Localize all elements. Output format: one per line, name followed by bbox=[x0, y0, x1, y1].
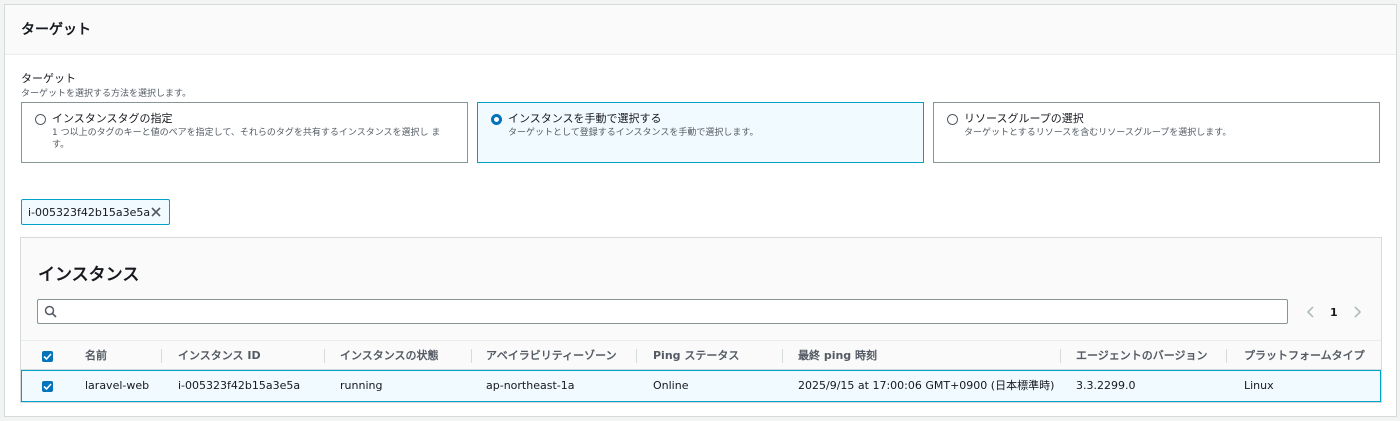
target-field-description: ターゲットを選択する方法を選択します。 bbox=[21, 89, 192, 99]
search-icon bbox=[44, 305, 57, 318]
radio-resource-group[interactable] bbox=[947, 114, 958, 125]
panel-header: ターゲット bbox=[5, 5, 1396, 55]
option-description: ターゲットとして登録するインスタンスを手動で選択します。 bbox=[508, 128, 759, 138]
instances-title: インスタンス bbox=[38, 265, 140, 285]
radio-instance-tags[interactable] bbox=[35, 114, 46, 125]
option-resource-group[interactable]: リソースグループの選択 ターゲットとするリソースを含むリソースグループを選択しま… bbox=[933, 102, 1380, 163]
option-description: 1 つ以上のタグのキーと値のペアを指定して、それらのタグを共有するインスタンスを… bbox=[52, 128, 441, 150]
cell-instance-state: running bbox=[340, 379, 383, 392]
token-label: i-005323f42b15a3e5a bbox=[28, 205, 151, 219]
selected-instance-token: i-005323f42b15a3e5a bbox=[21, 199, 170, 225]
panel-title: ターゲット bbox=[21, 22, 91, 38]
cell-agent-version: 3.3.2299.0 bbox=[1076, 379, 1136, 392]
column-header-instance-state[interactable]: インスタンスの状態 bbox=[340, 341, 439, 371]
chevron-right-icon[interactable] bbox=[1352, 305, 1362, 319]
search-input[interactable] bbox=[62, 300, 1282, 323]
target-field-label: ターゲット bbox=[21, 72, 76, 85]
cell-instance-id: i-005323f42b15a3e5a bbox=[178, 379, 301, 392]
cell-platform-type: Linux bbox=[1244, 379, 1274, 392]
row-checkbox[interactable] bbox=[42, 381, 53, 392]
option-title: インスタンスタグの指定 bbox=[52, 112, 173, 125]
column-header-instance-id[interactable]: インスタンス ID bbox=[178, 341, 261, 371]
column-header-platform-type[interactable]: プラットフォームタイプ bbox=[1244, 341, 1365, 371]
close-icon[interactable] bbox=[149, 205, 163, 219]
table-header: 名前 インスタンス ID インスタンスの状態 アベイラビリティーゾーン Ping… bbox=[21, 340, 1381, 370]
cell-availability-zone: ap-northeast-1a bbox=[486, 379, 575, 392]
pagination: 1 bbox=[1306, 304, 1362, 320]
option-title: リソースグループの選択 bbox=[964, 112, 1084, 125]
cell-ping-status: Online bbox=[653, 379, 689, 392]
instances-table-container: インスタンス 1 名前 インスタンス ID インスタンスの状態 アベイラビリティ… bbox=[20, 237, 1382, 403]
page-number[interactable]: 1 bbox=[1330, 306, 1338, 319]
option-manual-select[interactable]: インスタンスを手動で選択する ターゲットとして登録するインスタンスを手動で選択し… bbox=[477, 102, 924, 163]
column-header-last-ping-time[interactable]: 最終 ping 時刻 bbox=[798, 341, 877, 371]
option-description: ターゲットとするリソースを含むリソースグループを選択します。 bbox=[964, 128, 1232, 138]
radio-manual-select[interactable] bbox=[491, 114, 502, 125]
cell-name: laravel-web bbox=[85, 379, 150, 392]
chevron-left-icon[interactable] bbox=[1306, 305, 1316, 319]
target-panel: ターゲット ターゲット ターゲットを選択する方法を選択します。 インスタンスタグ… bbox=[4, 4, 1397, 417]
column-header-name[interactable]: 名前 bbox=[85, 341, 107, 371]
table-row[interactable]: laravel-web i-005323f42b15a3e5a running … bbox=[21, 370, 1381, 402]
search-box[interactable] bbox=[37, 299, 1288, 324]
column-header-availability-zone[interactable]: アベイラビリティーゾーン bbox=[486, 341, 617, 371]
column-header-agent-version[interactable]: エージェントのバージョン bbox=[1076, 341, 1208, 371]
cell-last-ping-time: 2025/9/15 at 17:00:06 GMT+0900 (日本標準時) bbox=[798, 379, 1055, 392]
option-title: インスタンスを手動で選択する bbox=[508, 112, 662, 125]
select-all-checkbox[interactable] bbox=[42, 351, 53, 362]
option-instance-tags[interactable]: インスタンスタグの指定 1 つ以上のタグのキーと値のペアを指定して、それらのタグ… bbox=[21, 102, 468, 163]
column-header-ping-status[interactable]: Ping ステータス bbox=[653, 341, 739, 371]
